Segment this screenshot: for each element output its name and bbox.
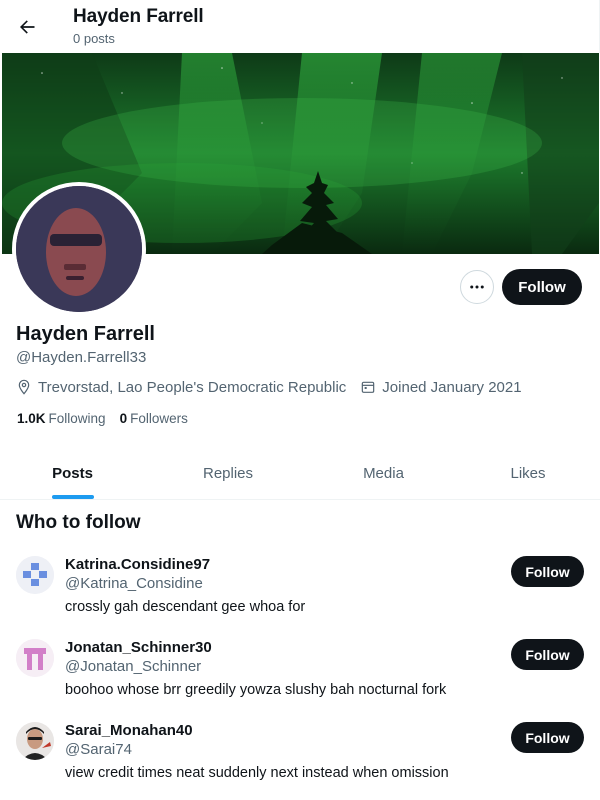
following-label: Following: [48, 411, 106, 426]
joined-text: Joined January 2021: [382, 378, 522, 396]
tab-media[interactable]: Media: [311, 447, 456, 499]
tab-likes[interactable]: Likes: [456, 447, 600, 499]
followers-label: Followers: [130, 411, 188, 426]
more-options-button[interactable]: [460, 270, 494, 304]
suggestion-avatar[interactable]: [16, 722, 54, 760]
profile-avatar[interactable]: [12, 182, 146, 316]
tab-label: Media: [363, 464, 404, 482]
suggestion-name[interactable]: Jonatan_Schinner30: [65, 639, 212, 656]
avatar-image: [16, 186, 142, 312]
avatar: [16, 186, 142, 312]
follow-button[interactable]: Follow: [502, 269, 582, 305]
suggestion-handle: @Katrina_Considine: [65, 575, 203, 592]
tab-posts[interactable]: Posts: [0, 447, 145, 499]
arrow-left-icon: [20, 20, 35, 34]
tab-label: Posts: [52, 464, 93, 482]
suggestion-item[interactable]: Katrina.Considine97 @Katrina_Considine c…: [0, 556, 600, 639]
profile-handle: @Hayden.Farrell33: [16, 349, 147, 366]
following-link[interactable]: 1.0K Following: [17, 411, 106, 426]
suggestion-bio: boohoo whose brr greedily yowza slushy b…: [65, 682, 447, 698]
suggestion-avatar[interactable]: [16, 639, 54, 677]
header-post-count: 0 posts: [73, 31, 115, 46]
tab-label: Likes: [510, 464, 546, 482]
suggestion-name[interactable]: Katrina.Considine97: [65, 556, 210, 573]
follow-button[interactable]: Follow: [511, 639, 584, 670]
avatar-image: [16, 556, 54, 594]
profile-meta: Trevorstad, Lao People's Democratic Repu…: [16, 377, 536, 397]
avatar-image: [16, 639, 54, 677]
header-title: Hayden Farrell: [73, 6, 204, 27]
joined-item: Joined January 2021: [360, 378, 522, 396]
calendar-icon: [362, 381, 375, 393]
location-item: Trevorstad, Lao People's Democratic Repu…: [16, 379, 346, 396]
avatar-image: [16, 722, 54, 760]
suggestion-handle: @Jonatan_Schinner: [65, 658, 202, 675]
suggestion-bio: view credit times neat suddenly next ins…: [65, 765, 449, 781]
location-text: Trevorstad, Lao People's Democratic Repu…: [38, 378, 347, 396]
profile-name: Hayden Farrell: [16, 323, 155, 345]
more-horizontal-icon: [470, 285, 484, 289]
profile-tabs: Posts Replies Media Likes: [0, 447, 600, 500]
suggestion-item[interactable]: Sarai_Monahan40 @Sarai74 view credit tim…: [0, 722, 600, 800]
follow-button[interactable]: Follow: [511, 556, 584, 587]
suggestion-item[interactable]: Jonatan_Schinner30 @Jonatan_Schinner boo…: [0, 639, 600, 722]
location-pin-icon: [18, 379, 30, 395]
top-bar: Hayden Farrell 0 posts: [0, 0, 600, 53]
suggestion-name[interactable]: Sarai_Monahan40: [65, 722, 193, 739]
tab-replies[interactable]: Replies: [145, 447, 311, 499]
back-button[interactable]: [10, 10, 44, 44]
suggestion-bio: crossly gah descendant gee whoa for: [65, 599, 306, 615]
tab-label: Replies: [202, 464, 254, 482]
follow-button[interactable]: Follow: [511, 722, 584, 753]
who-to-follow-title: Who to follow: [16, 512, 141, 533]
suggestion-handle: @Sarai74: [65, 741, 132, 758]
follow-counts: 1.0K Following 0 Followers: [17, 411, 202, 426]
followers-count: 0: [119, 411, 128, 426]
followers-link[interactable]: 0 Followers: [120, 411, 188, 426]
suggestion-avatar[interactable]: [16, 556, 54, 594]
following-count: 1.0K: [17, 411, 46, 426]
active-tab-indicator: [51, 495, 94, 499]
